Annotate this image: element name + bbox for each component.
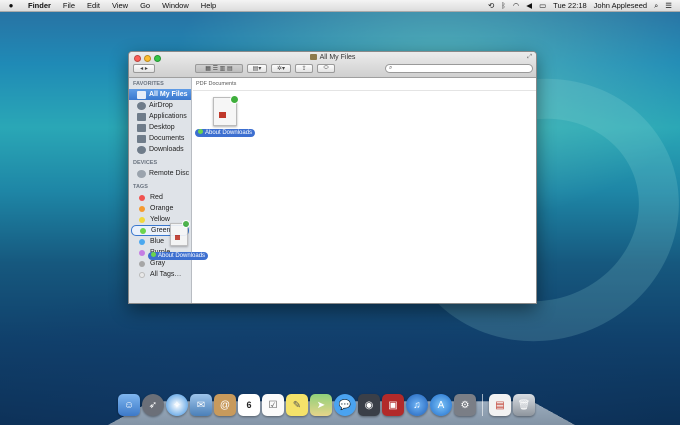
clock[interactable]: Tue 22:18	[553, 1, 587, 10]
search-input[interactable]: ⌕	[385, 64, 533, 73]
finder-dock-icon[interactable]: ☺	[118, 394, 140, 416]
favorites-header: FAVORITES	[133, 81, 164, 87]
time-machine-icon[interactable]: ⟲	[488, 1, 494, 10]
system-preferences-dock-icon[interactable]: ⚙	[454, 394, 476, 416]
apple-menu-icon[interactable]: ●	[0, 1, 22, 10]
preview-badge-icon	[230, 95, 239, 104]
sidebar-item-desktop[interactable]: Desktop	[129, 122, 191, 133]
gray-tag-icon	[139, 260, 145, 267]
itunes-dock-icon[interactable]: ♫	[406, 394, 428, 416]
sidebar-item-documents[interactable]: Documents	[129, 133, 191, 144]
wifi-icon[interactable]: ◠	[513, 1, 520, 10]
mail-dock-icon[interactable]: ✉	[190, 394, 212, 416]
menu-help[interactable]: Help	[195, 1, 222, 10]
folder-icon	[309, 54, 317, 60]
airdrop-icon	[137, 101, 146, 110]
menu-app-name[interactable]: Finder	[22, 1, 57, 10]
menu-bar: ● Finder File Edit View Go Window Help ⟲…	[0, 0, 680, 12]
applications-icon	[137, 112, 146, 121]
file-name-label[interactable]: About Downloads	[195, 129, 256, 137]
dragged-badge-icon	[182, 220, 190, 228]
purple-tag-icon	[139, 249, 145, 256]
spotlight-icon[interactable]: ⌕	[654, 1, 658, 11]
file-item[interactable]	[209, 95, 241, 127]
dock-separator	[482, 394, 483, 416]
orange-tag-icon	[139, 205, 145, 212]
calendar-dock-icon[interactable]: 6	[238, 394, 260, 416]
desktop-icon	[137, 123, 146, 132]
sidebar-item-remote-disc[interactable]: Remote Disc	[129, 168, 191, 179]
sidebar-item-downloads[interactable]: Downloads	[129, 144, 191, 155]
facetime-dock-icon[interactable]: ◉	[358, 394, 380, 416]
window-titlebar[interactable]: All My Files ⤢ ◂ ▸ ▦ ☰ ▥ ▤ ▤▾ ✲▾ ⇪ ⬭ ⌕	[129, 52, 536, 78]
sidebar-item-airdrop[interactable]: AirDrop	[129, 100, 191, 111]
notification-center-icon[interactable]: ☰	[665, 1, 672, 10]
battery-icon[interactable]: ▭	[539, 1, 546, 10]
green-tag-dot-icon	[198, 129, 203, 134]
notes-dock-icon[interactable]: ✎	[286, 394, 308, 416]
group-header: PDF Documents	[193, 78, 536, 91]
documents-icon	[137, 134, 146, 143]
bluetooth-icon[interactable]: ᛒ	[501, 1, 506, 10]
app-store-dock-icon[interactable]: A	[430, 394, 452, 416]
contacts-dock-icon[interactable]: @	[214, 394, 236, 416]
launchpad-dock-icon[interactable]: ➶	[142, 394, 164, 416]
menu-edit[interactable]: Edit	[81, 1, 106, 10]
sidebar-item-applications[interactable]: Applications	[129, 111, 191, 122]
green-tag-icon	[140, 227, 146, 234]
blue-tag-icon	[139, 238, 145, 245]
arrange-button[interactable]: ▤▾	[247, 64, 267, 73]
disc-icon	[137, 169, 146, 178]
trash-dock-icon[interactable]: 🗑	[513, 394, 535, 416]
window-title: All My Files	[129, 54, 536, 61]
finder-window: All My Files ⤢ ◂ ▸ ▦ ☰ ▥ ▤ ▤▾ ✲▾ ⇪ ⬭ ⌕ F…	[128, 51, 537, 304]
menu-view[interactable]: View	[106, 1, 134, 10]
sidebar-all-tags[interactable]: All Tags…	[129, 269, 191, 280]
menu-go[interactable]: Go	[134, 1, 156, 10]
search-icon: ⌕	[389, 65, 393, 71]
devices-header: DEVICES	[133, 160, 158, 166]
user-name[interactable]: John Appleseed	[594, 1, 647, 10]
fullscreen-icon[interactable]: ⤢	[527, 54, 532, 61]
dragged-file-icon	[168, 220, 192, 248]
downloads-icon	[137, 145, 146, 154]
maps-dock-icon[interactable]: ➤	[310, 394, 332, 416]
menu-window[interactable]: Window	[156, 1, 195, 10]
red-tag-icon	[139, 194, 145, 201]
dock-icons: ☺ ➶ ✧ ✉ @ 6 ☑ ✎ ➤ 💬 ◉ ▣ ♫ A ⚙ ▤ 🗑	[118, 394, 535, 416]
all-tags-icon	[139, 271, 145, 278]
sidebar-tag-red[interactable]: Red	[129, 192, 191, 203]
dragged-file-label: About Downloads	[148, 252, 209, 260]
yellow-tag-icon	[139, 216, 145, 223]
view-mode-buttons[interactable]: ▦ ☰ ▥ ▤	[195, 64, 243, 73]
tags-header: TAGS	[133, 184, 148, 190]
documents-stack-dock-icon[interactable]: ▤	[489, 394, 511, 416]
drag-green-dot-icon	[151, 252, 156, 257]
action-button[interactable]: ✲▾	[271, 64, 291, 73]
sidebar-tag-orange[interactable]: Orange	[129, 203, 191, 214]
menu-file[interactable]: File	[57, 1, 81, 10]
back-forward-buttons[interactable]: ◂ ▸	[133, 64, 155, 73]
sidebar: FAVORITES All My Files AirDrop Applicati…	[129, 78, 192, 303]
tags-button[interactable]: ⬭	[317, 64, 335, 73]
share-button[interactable]: ⇪	[295, 64, 313, 73]
volume-icon[interactable]: ◀	[526, 1, 532, 10]
all-my-files-icon	[137, 90, 146, 99]
messages-dock-icon[interactable]: 💬	[334, 394, 356, 416]
sidebar-item-all-my-files[interactable]: All My Files	[129, 89, 191, 100]
safari-dock-icon[interactable]: ✧	[166, 394, 188, 416]
reminders-dock-icon[interactable]: ☑	[262, 394, 284, 416]
photo-booth-dock-icon[interactable]: ▣	[382, 394, 404, 416]
file-browser[interactable]: PDF Documents About Downloads	[193, 78, 536, 303]
